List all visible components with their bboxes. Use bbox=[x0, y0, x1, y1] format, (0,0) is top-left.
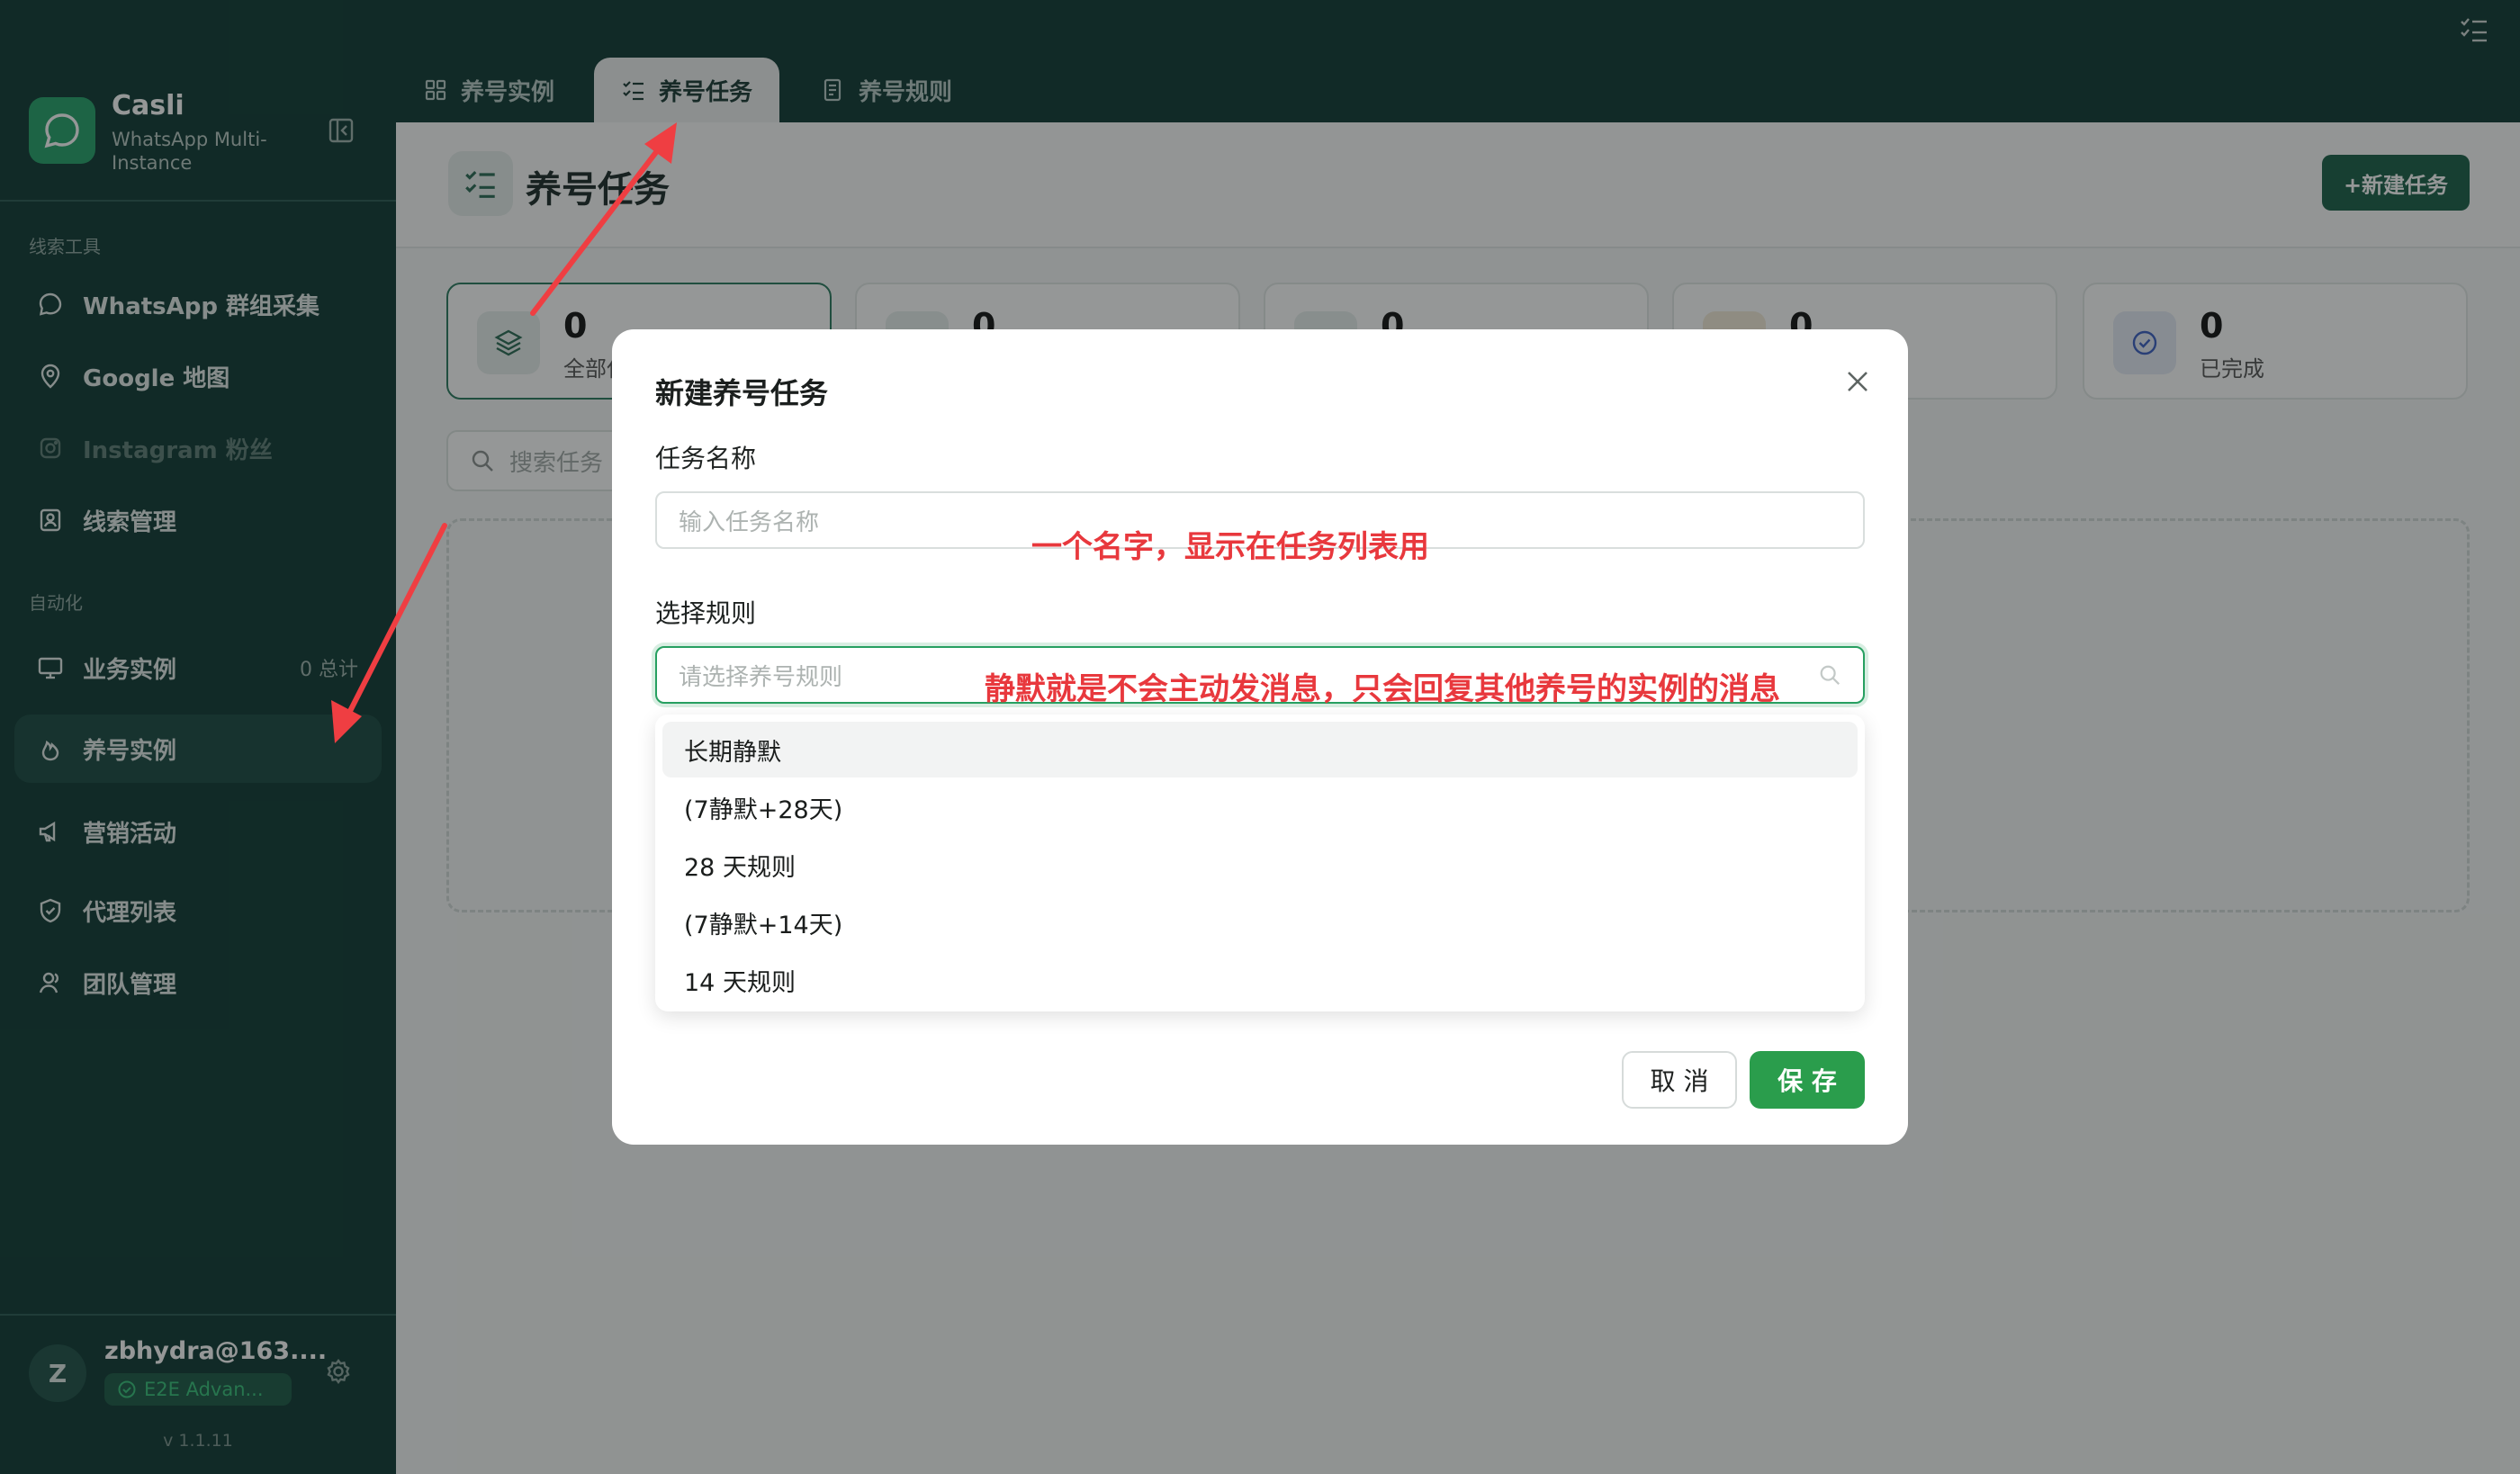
rule-placeholder: 请选择养号规则 bbox=[679, 663, 843, 691]
close-icon[interactable] bbox=[1841, 365, 1874, 398]
rule-label: 选择规则 bbox=[655, 598, 757, 628]
new-task-dialog: 新建养号任务 任务名称 输入任务名称 选择规则 请选择养号规则 长期静默 (7静… bbox=[612, 329, 1908, 1145]
dialog-title: 新建养号任务 bbox=[655, 376, 829, 410]
search-icon bbox=[1820, 665, 1840, 686]
rule-option[interactable]: 14 天规则 bbox=[662, 952, 1858, 1008]
annotation-rule-note: 静默就是不会主动发消息，只会回复其他养号的实例的消息 bbox=[985, 671, 1780, 707]
task-name-label: 任务名称 bbox=[655, 444, 757, 473]
cancel-button[interactable]: 取 消 bbox=[1622, 1051, 1737, 1109]
rule-option[interactable]: 28 天规则 bbox=[662, 837, 1858, 893]
task-name-placeholder: 输入任务名称 bbox=[679, 508, 820, 536]
rule-dropdown: 长期静默 (7静默+28天) 28 天规则 (7静默+14天) 14 天规则 bbox=[655, 715, 1865, 1011]
app-window: Casli WhatsApp Multi-Instance 线索工具 Whats… bbox=[0, 0, 2520, 1474]
rule-option[interactable]: (7静默+28天) bbox=[662, 779, 1858, 835]
rule-option[interactable]: 长期静默 bbox=[662, 722, 1858, 777]
annotation-name-note: 一个名字，显示在任务列表用 bbox=[1031, 529, 1429, 565]
save-button[interactable]: 保 存 bbox=[1750, 1051, 1865, 1109]
rule-option[interactable]: (7静默+14天) bbox=[662, 894, 1858, 950]
